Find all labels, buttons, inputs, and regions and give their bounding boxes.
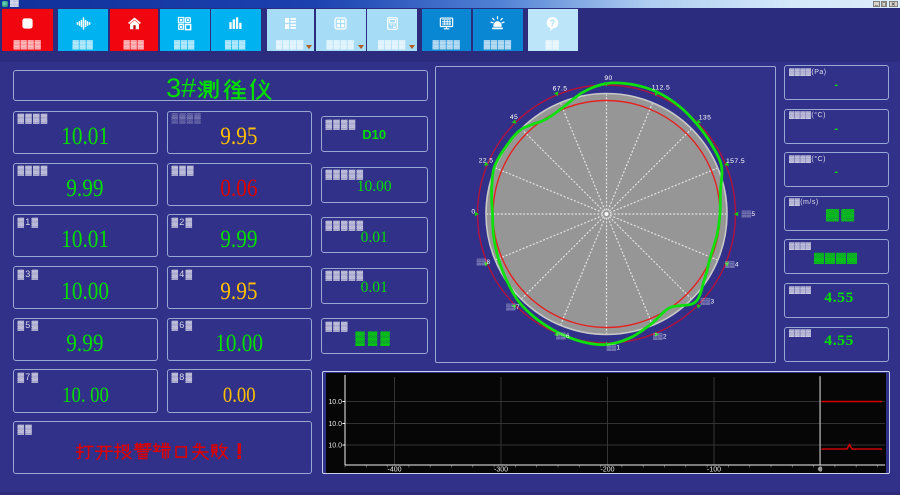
svg-text:157.5: 157.5 [726, 158, 745, 165]
svg-text:-300: -300 [493, 466, 507, 473]
svg-text:▒▒5: ▒▒5 [742, 210, 756, 218]
svg-text:10.0: 10.0 [328, 442, 342, 449]
svg-text:▒▒6: ▒▒6 [556, 332, 570, 340]
svg-text:0: 0 [471, 209, 475, 216]
svg-text:10.0: 10.0 [328, 421, 342, 428]
svg-text:45: 45 [510, 114, 518, 121]
svg-text:135: 135 [699, 115, 712, 122]
svg-text:22.5: 22.5 [479, 158, 494, 165]
svg-text:90: 90 [604, 75, 612, 82]
svg-text:▒▒3: ▒▒3 [701, 298, 715, 306]
svg-text:67.5: 67.5 [553, 86, 568, 93]
svg-text:▒▒2: ▒▒2 [653, 333, 667, 341]
svg-text:▒▒4: ▒▒4 [725, 261, 739, 269]
svg-text:10.0: 10.0 [328, 399, 342, 406]
svg-text:-100: -100 [706, 466, 720, 473]
svg-text:112.5: 112.5 [652, 85, 671, 92]
svg-text:▒▒8: ▒▒8 [477, 258, 491, 266]
svg-text:▒▒7: ▒▒7 [506, 303, 520, 311]
svg-text:▒▒1: ▒▒1 [607, 344, 621, 352]
svg-text:-400: -400 [387, 466, 401, 473]
svg-text:-200: -200 [600, 466, 614, 473]
svg-text:?: ? [550, 17, 555, 27]
